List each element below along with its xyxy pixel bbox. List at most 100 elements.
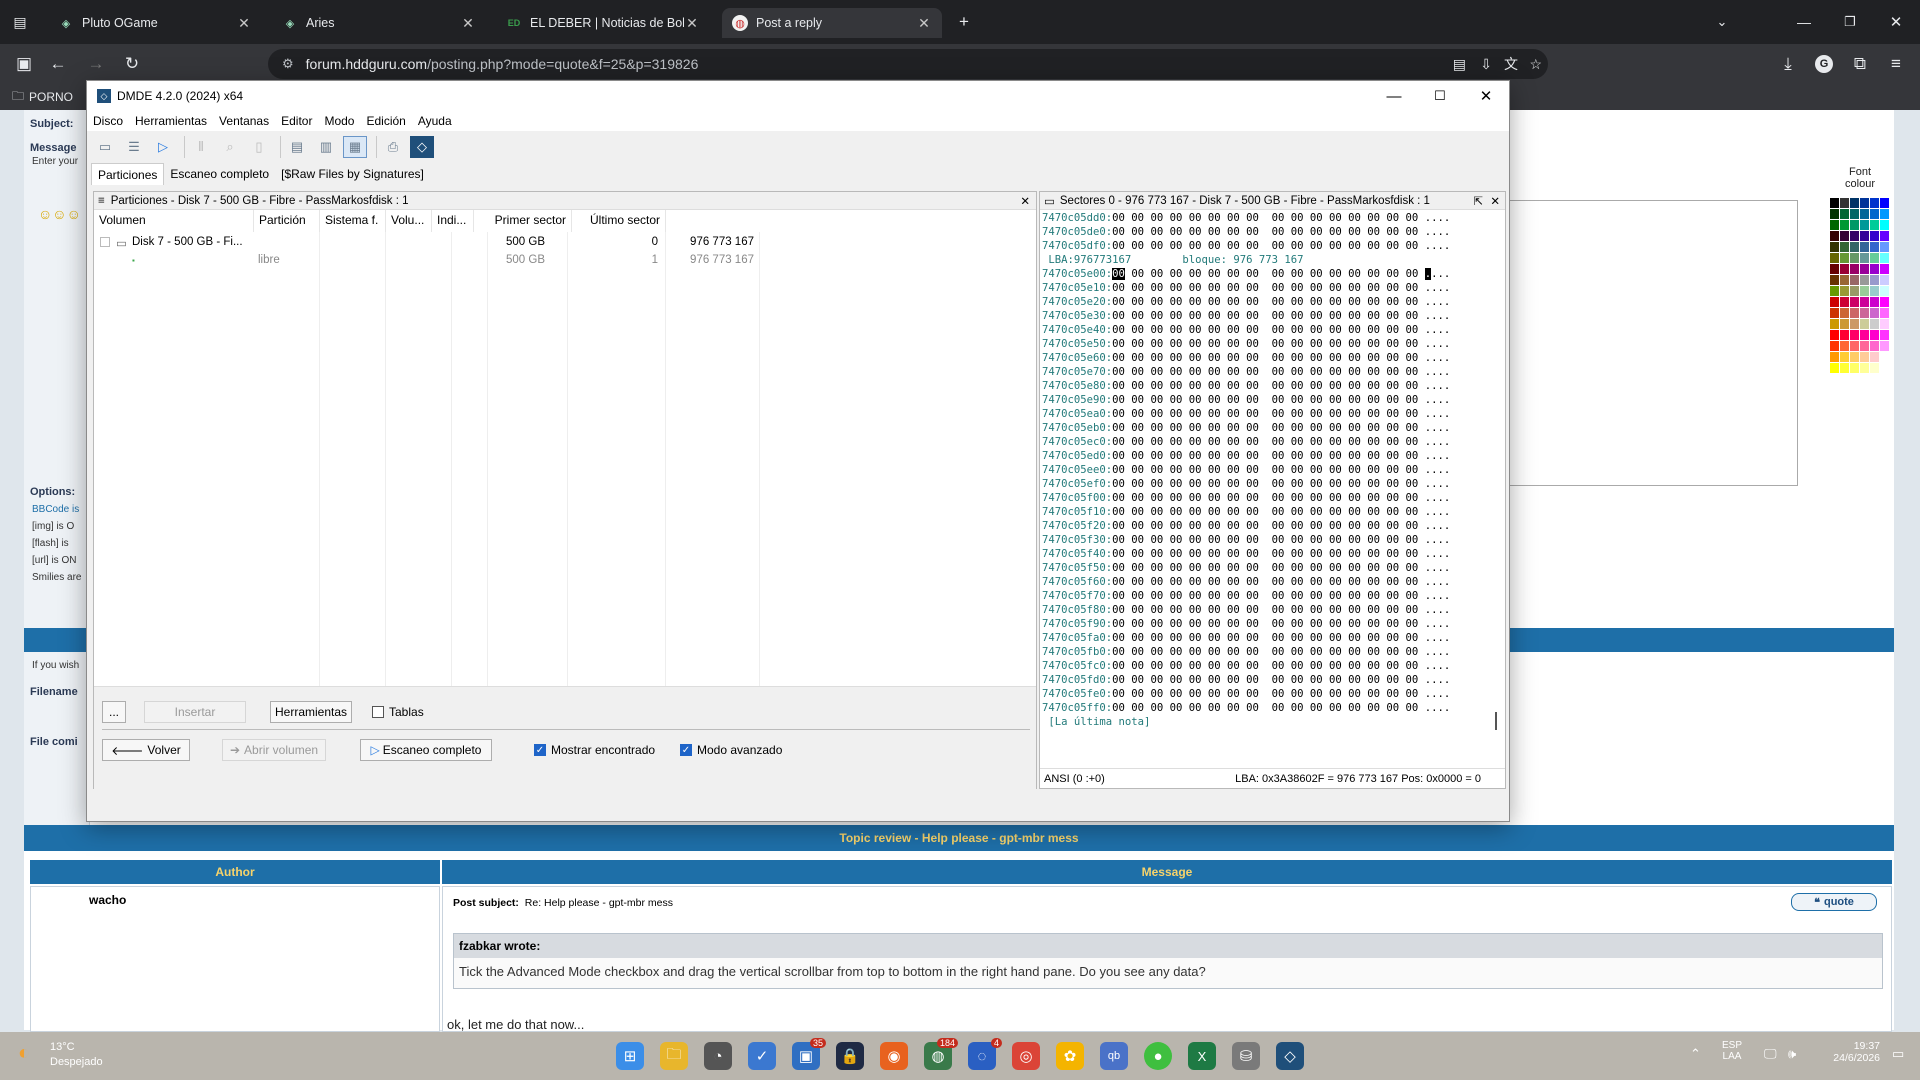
excel-icon[interactable]: X (1188, 1042, 1216, 1070)
colour-swatch[interactable] (1860, 275, 1869, 285)
view-split-icon[interactable]: ▦ (343, 136, 367, 158)
tab-escaneo-completo[interactable]: Escaneo completo (164, 163, 275, 185)
view-detail-icon[interactable]: ▥ (314, 136, 338, 158)
hex-row[interactable]: 7470c05e40:00 00 00 00 00 00 00 00 00 00… (1042, 323, 1505, 337)
colour-swatch[interactable] (1840, 341, 1849, 351)
colour-swatch[interactable] (1860, 286, 1869, 296)
colour-swatch[interactable] (1830, 286, 1839, 296)
col-volumen[interactable]: Volumen (94, 210, 254, 232)
bookmark-star-icon[interactable]: ☆ (1529, 56, 1542, 73)
colour-swatch[interactable] (1830, 198, 1839, 208)
reader-mode-icon[interactable]: ▤ (1453, 56, 1466, 73)
close-window-icon[interactable]: ✕ (1884, 10, 1908, 34)
colour-swatch[interactable] (1860, 242, 1869, 252)
colour-swatch[interactable] (1860, 308, 1869, 318)
colour-swatch[interactable] (1880, 319, 1889, 329)
hex-row[interactable]: 7470c05f60:00 00 00 00 00 00 00 00 00 00… (1042, 575, 1505, 589)
colour-swatch[interactable] (1880, 341, 1889, 351)
colour-swatch[interactable] (1830, 253, 1839, 263)
colour-swatch[interactable] (1840, 286, 1849, 296)
colour-swatch[interactable] (1870, 220, 1879, 230)
scrollbar-thumb[interactable] (1495, 712, 1497, 730)
colour-swatch[interactable] (1860, 297, 1869, 307)
tables-checkbox[interactable]: Tablas (372, 705, 424, 719)
colour-swatch[interactable] (1870, 352, 1879, 362)
colour-swatch[interactable] (1860, 352, 1869, 362)
menu-herramientas[interactable]: Herramientas (129, 111, 213, 131)
colour-swatch[interactable] (1840, 231, 1849, 241)
colour-swatch[interactable] (1880, 198, 1889, 208)
colour-swatch[interactable] (1880, 308, 1889, 318)
colour-swatch[interactable] (1840, 198, 1849, 208)
maximize-icon[interactable]: ☐ (1417, 81, 1463, 111)
col-sistema[interactable]: Sistema f. (320, 210, 386, 232)
colour-swatch[interactable] (1840, 253, 1849, 263)
colour-swatch[interactable] (1870, 209, 1879, 219)
hex-row[interactable]: 7470c05de0:00 00 00 00 00 00 00 00 00 00… (1042, 225, 1505, 239)
menu-disco[interactable]: Disco (87, 111, 129, 131)
hex-row[interactable]: 7470c05f90:00 00 00 00 00 00 00 00 00 00… (1042, 617, 1505, 631)
colour-swatch[interactable] (1840, 363, 1849, 373)
restore-icon[interactable]: ❐ (1838, 10, 1862, 34)
message-textarea[interactable] (1508, 200, 1798, 486)
photos-icon[interactable]: ✿ (1056, 1042, 1084, 1070)
hex-row[interactable]: 7470c05ee0:00 00 00 00 00 00 00 00 00 00… (1042, 463, 1505, 477)
minimize-icon[interactable]: — (1371, 81, 1417, 111)
language-indicator[interactable]: ESP LAA (1722, 1040, 1742, 1062)
colour-swatch[interactable] (1870, 363, 1879, 373)
notifications-icon[interactable]: ▭ (1892, 1046, 1904, 1062)
colour-swatch[interactable] (1830, 330, 1839, 340)
colour-swatch[interactable] (1880, 242, 1889, 252)
colour-swatch[interactable] (1880, 352, 1889, 362)
full-scan-button[interactable]: ▷ Escaneo completo (360, 739, 492, 761)
colour-swatch[interactable] (1870, 275, 1879, 285)
col-ultimo-sector[interactable]: Último sector (572, 210, 666, 232)
show-found-checkbox[interactable]: ✓ Mostrar encontrado (534, 743, 655, 757)
colour-swatch[interactable] (1840, 220, 1849, 230)
colour-swatch[interactable] (1880, 286, 1889, 296)
col-primer-sector[interactable]: Primer sector (474, 210, 572, 232)
colour-swatch[interactable] (1840, 319, 1849, 329)
page-icon[interactable]: ▯ (247, 136, 271, 158)
colour-swatch[interactable] (1850, 253, 1859, 263)
colour-swatch[interactable] (1880, 264, 1889, 274)
menu-icon[interactable]: ≡ (1884, 52, 1908, 76)
smilies-icon[interactable]: ☺☺☺ (38, 206, 81, 222)
extensions-icon[interactable]: ⧉ (1848, 52, 1872, 76)
colour-swatch[interactable] (1850, 209, 1859, 219)
qbittorrent-icon[interactable]: qb (1100, 1042, 1128, 1070)
sidebar-icon[interactable]: ▣ (12, 52, 36, 76)
colour-swatch[interactable] (1850, 319, 1859, 329)
colour-swatch[interactable] (1840, 242, 1849, 252)
menu-ayuda[interactable]: Ayuda (412, 111, 458, 131)
colour-swatch[interactable] (1850, 264, 1859, 274)
hex-row[interactable]: 7470c05f30:00 00 00 00 00 00 00 00 00 00… (1042, 533, 1505, 547)
colour-swatch[interactable] (1830, 220, 1839, 230)
hex-row[interactable]: 7470c05f40:00 00 00 00 00 00 00 00 00 00… (1042, 547, 1505, 561)
partitions-icon[interactable]: ☰ (122, 136, 146, 158)
hex-row[interactable]: 7470c05e30:00 00 00 00 00 00 00 00 00 00… (1042, 309, 1505, 323)
disk-icon[interactable]: ▭ (93, 136, 117, 158)
colour-swatch[interactable] (1860, 319, 1869, 329)
colour-swatch[interactable] (1840, 275, 1849, 285)
colour-swatch[interactable] (1860, 363, 1869, 373)
colour-swatch[interactable] (1880, 330, 1889, 340)
colour-swatch[interactable] (1870, 286, 1879, 296)
clock[interactable]: 19:37 24/6/2026 (1820, 1040, 1880, 1064)
tray-chevron-icon[interactable]: ⌃ (1690, 1046, 1701, 1062)
colour-swatch[interactable] (1830, 319, 1839, 329)
colour-swatch[interactable] (1880, 253, 1889, 263)
play-icon[interactable]: ▷ (151, 136, 175, 158)
colour-swatch[interactable] (1880, 220, 1889, 230)
lock-app-icon[interactable]: 🔒 (836, 1042, 864, 1070)
volume-icon[interactable]: 🕪 (1788, 1046, 1796, 1062)
hex-row[interactable]: 7470c05e60:00 00 00 00 00 00 00 00 00 00… (1042, 351, 1505, 365)
colour-swatch[interactable] (1830, 308, 1839, 318)
hex-row[interactable]: 7470c05fd0:00 00 00 00 00 00 00 00 00 00… (1042, 673, 1505, 687)
hex-row[interactable]: 7470c05e90:00 00 00 00 00 00 00 00 00 00… (1042, 393, 1505, 407)
hex-cursor[interactable]: 00 (1112, 268, 1125, 280)
hex-row[interactable]: 7470c05e80:00 00 00 00 00 00 00 00 00 00… (1042, 379, 1505, 393)
insert-button[interactable]: Insertar (144, 701, 246, 723)
colour-swatch[interactable] (1850, 352, 1859, 362)
messenger-icon[interactable]: ◌ 4 (968, 1038, 1002, 1070)
